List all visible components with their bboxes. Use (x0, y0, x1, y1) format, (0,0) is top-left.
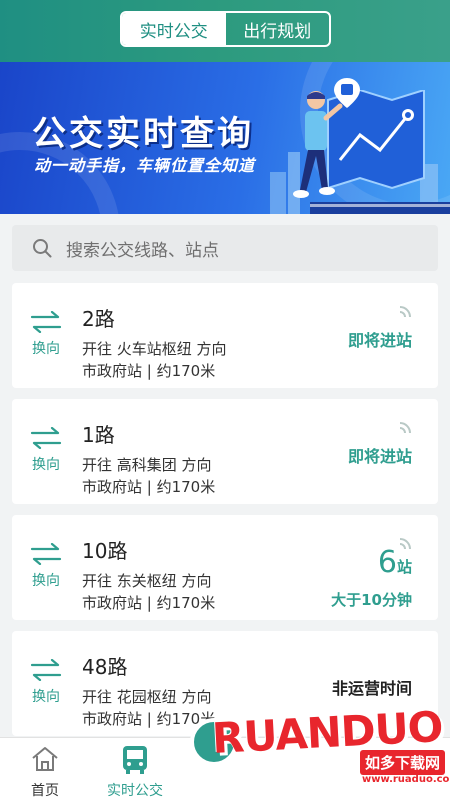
search-icon (33, 239, 52, 258)
home-icon (32, 747, 58, 771)
route-name: 1路 (82, 423, 115, 447)
stops-away-count: 6 (377, 545, 397, 580)
swap-direction-icon[interactable] (30, 659, 62, 681)
watermark-badge: 如多下载网 (360, 750, 446, 775)
arrival-status: 即将进站 (347, 331, 412, 350)
promo-banner[interactable]: 公交实时查询 动一动手指，车辆位置全知道 (0, 62, 450, 214)
stops-away-unit: 站 (396, 558, 412, 576)
tab-realtime-label: 实时公交 (107, 783, 163, 799)
watermark-url: www.ruaduo.com (362, 774, 450, 785)
tab-realtime[interactable]: 实时公交 (90, 738, 180, 800)
realtime-signal-icon (399, 422, 411, 434)
route-stop-distance: 市政府站 | 约170米 (82, 594, 216, 612)
tab-realtime-bus[interactable]: 实时公交 (122, 13, 226, 45)
route-direction: 开往 东关枢纽 方向 (82, 572, 212, 590)
banner-subtitle: 动一动手指，车辆位置全知道 (34, 156, 256, 175)
service-status: 非运营时间 (331, 679, 412, 698)
tab-home-label: 首页 (31, 783, 59, 799)
route-stop-distance: 市政府站 | 约170米 (82, 478, 216, 496)
tab-trip-planning[interactable]: 出行规划 (226, 13, 330, 45)
route-name: 10路 (82, 539, 128, 563)
bus-icon (123, 746, 147, 774)
mode-switch: 实时公交 出行规划 (120, 11, 331, 47)
route-stop-distance: 市政府站 | 约170米 (82, 362, 216, 380)
search-bar[interactable]: 搜索公交线路、站点 (12, 225, 438, 271)
tab-home[interactable]: 首页 (0, 738, 90, 800)
wait-time: 大于10分钟 (331, 591, 412, 609)
route-card[interactable]: 换向 2路 开往 火车站枢纽 方向 市政府站 | 约170米 即将进站 (12, 283, 438, 388)
route-direction: 开往 火车站枢纽 方向 (82, 340, 227, 358)
swap-direction-label[interactable]: 换向 (32, 686, 60, 706)
swap-direction-label[interactable]: 换向 (32, 570, 60, 590)
swap-direction-label[interactable]: 换向 (32, 454, 60, 474)
route-card[interactable]: 换向 1路 开往 高科集团 方向 市政府站 | 约170米 即将进站 (12, 399, 438, 504)
search-input[interactable]: 搜索公交线路、站点 (66, 236, 219, 261)
route-card[interactable]: 换向 10路 开往 东关枢纽 方向 市政府站 | 约170米 6站 大于10分钟 (12, 515, 438, 620)
route-direction: 开往 花园枢纽 方向 (82, 688, 212, 706)
person-illustration-icon (293, 91, 343, 198)
site-watermark: RUANDUO 如多下载网 www.ruaduo.com (200, 702, 450, 800)
arrival-status: 即将进站 (347, 447, 412, 466)
route-direction: 开往 高科集团 方向 (82, 456, 212, 474)
stops-away: 6站 (378, 545, 412, 580)
swap-direction-icon[interactable] (30, 311, 62, 333)
swap-direction-icon[interactable] (30, 427, 62, 449)
banner-title: 公交实时查询 (32, 114, 254, 154)
route-name: 2路 (82, 307, 115, 331)
realtime-signal-icon (399, 306, 411, 318)
swap-direction-icon[interactable] (30, 543, 62, 565)
swap-direction-label[interactable]: 换向 (32, 338, 60, 358)
route-name: 48路 (82, 655, 128, 679)
top-header: 实时公交 出行规划 (0, 0, 450, 62)
